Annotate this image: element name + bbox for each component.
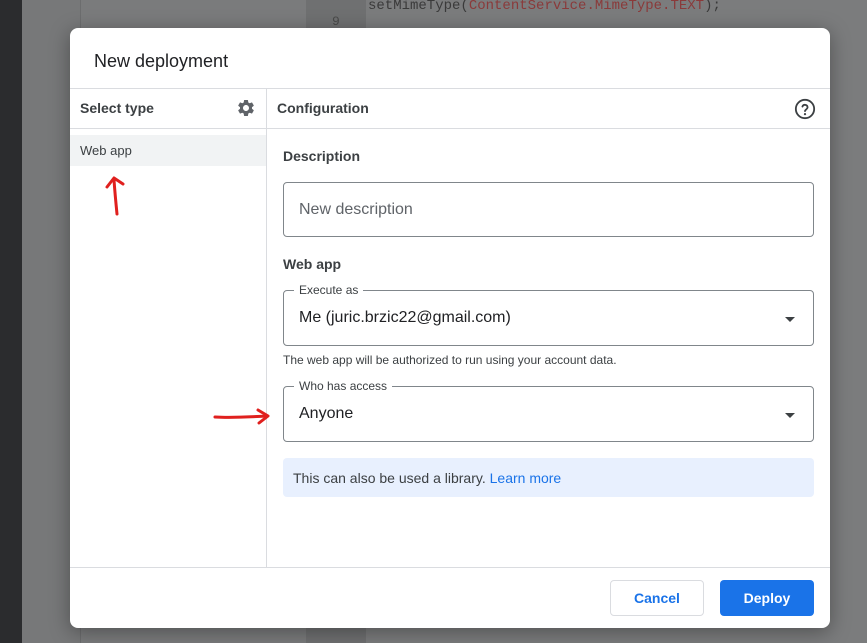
help-icon[interactable]	[794, 98, 816, 120]
configuration-header: Configuration	[277, 100, 369, 116]
description-section-label: Description	[283, 148, 361, 164]
header-divider	[70, 88, 830, 89]
type-item-web-app[interactable]: Web app	[70, 135, 266, 166]
execute-as-value: Me (juric.brzic22@gmail.com)	[299, 309, 511, 326]
description-input[interactable]	[283, 182, 814, 237]
new-deployment-dialog: New deployment Select type Web app Confi…	[70, 28, 830, 628]
type-item-label: Web app	[80, 143, 132, 158]
web-app-section-label: Web app	[283, 256, 342, 272]
execute-as-hint: The web app will be authorized to run us…	[283, 353, 617, 367]
code-line: setMimeType(ContentService.MimeType.TEXT…	[368, 0, 721, 14]
right-arrow-annotation-icon	[213, 408, 270, 425]
gear-icon[interactable]	[236, 98, 256, 118]
cancel-button[interactable]: Cancel	[610, 580, 704, 616]
line-number: 9	[332, 14, 340, 29]
dropdown-arrow-icon	[785, 317, 795, 322]
library-info-text: This can also be used a library.	[293, 470, 486, 486]
learn-more-link[interactable]: Learn more	[490, 470, 562, 486]
panel-divider	[266, 88, 267, 567]
who-has-access-value: Anyone	[299, 405, 354, 422]
select-type-header: Select type	[80, 100, 154, 116]
execute-as-select[interactable]: Execute as Me (juric.brzic22@gmail.com)	[283, 283, 814, 346]
library-info-box: This can also be used a library. Learn m…	[283, 458, 814, 497]
footer-divider	[70, 567, 830, 568]
activity-bar	[0, 0, 22, 643]
dialog-title: New deployment	[94, 51, 229, 71]
dropdown-arrow-icon	[785, 413, 795, 418]
execute-as-label: Execute as	[294, 283, 364, 297]
up-arrow-annotation-icon	[105, 176, 125, 216]
deploy-button[interactable]: Deploy	[720, 580, 814, 616]
panel-header-divider	[70, 128, 830, 129]
who-has-access-select[interactable]: Who has access Anyone	[283, 379, 814, 442]
who-has-access-label: Who has access	[294, 379, 393, 393]
